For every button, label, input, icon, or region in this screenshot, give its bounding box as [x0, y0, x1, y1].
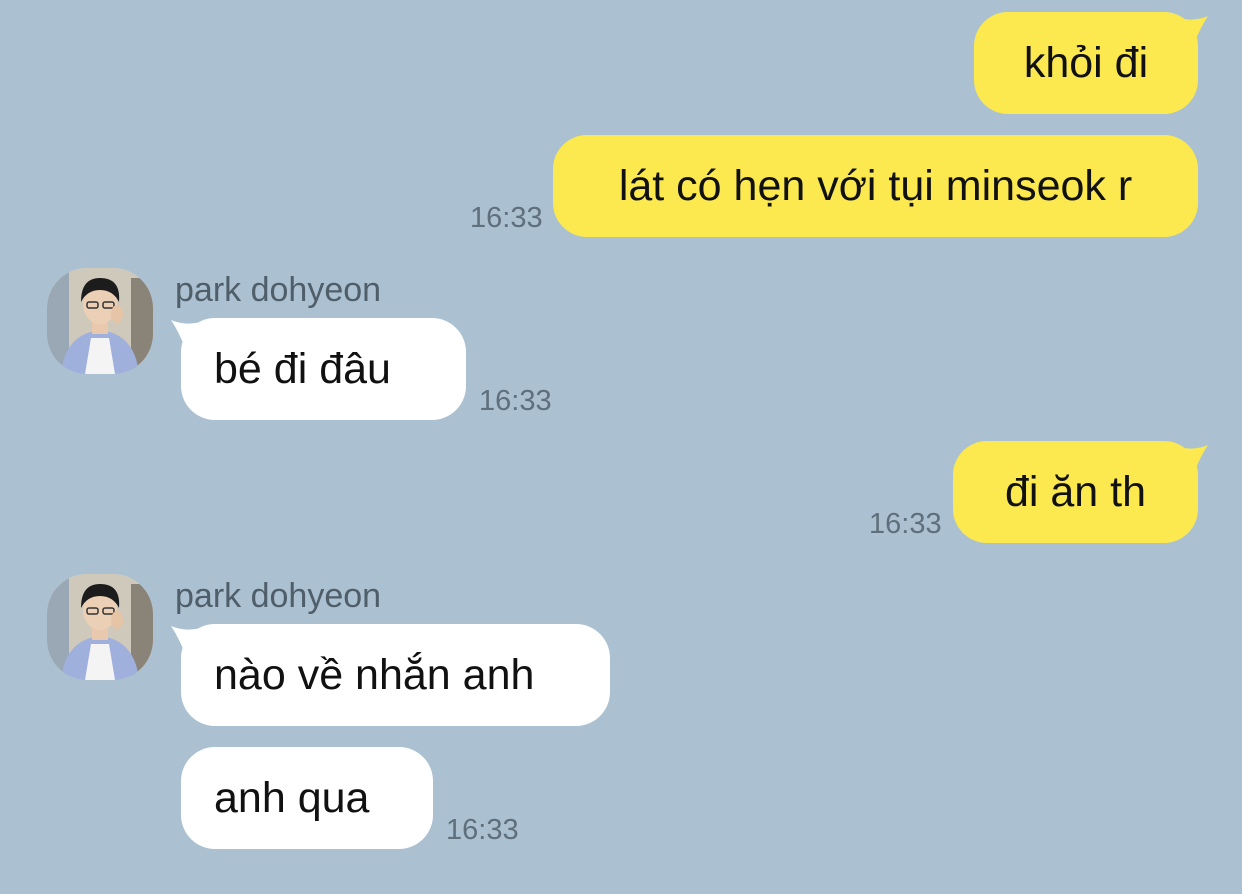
outgoing-message-bubble[interactable]: khỏi đi	[974, 12, 1208, 114]
message-text: nào về nhắn anh	[214, 651, 535, 699]
profile-photo	[47, 268, 153, 374]
avatar[interactable]	[47, 268, 153, 374]
incoming-message-bubble[interactable]: nào về nhắn anh	[171, 624, 610, 726]
outgoing-message-bubble[interactable]: đi ăn th	[953, 441, 1208, 543]
message-timestamp: 16:33	[479, 385, 552, 417]
message-timestamp: 16:33	[869, 508, 942, 540]
bubble-tail	[1178, 445, 1208, 473]
message-text: khỏi đi	[1023, 39, 1149, 87]
sender-name: park dohyeon	[175, 271, 382, 309]
message-text: anh qua	[214, 774, 370, 822]
sender-name: park dohyeon	[175, 577, 382, 615]
bubble-tail	[171, 320, 201, 348]
message-text: đi ăn th	[1004, 468, 1147, 516]
message-timestamp: 16:33	[446, 814, 519, 846]
message-text: bé đi đâu	[214, 345, 391, 393]
message-text: lát có hẹn với tụi minseok r	[618, 162, 1133, 210]
outgoing-message-bubble[interactable]: lát có hẹn với tụi minseok r	[553, 135, 1198, 237]
message-timestamp: 16:33	[470, 202, 543, 234]
incoming-message-bubble[interactable]: anh qua	[181, 747, 433, 849]
profile-photo	[47, 574, 153, 680]
avatar[interactable]	[47, 574, 153, 680]
incoming-message-bubble[interactable]: bé đi đâu	[171, 318, 466, 420]
bubble-tail	[1178, 16, 1208, 44]
bubble-tail	[171, 626, 201, 654]
